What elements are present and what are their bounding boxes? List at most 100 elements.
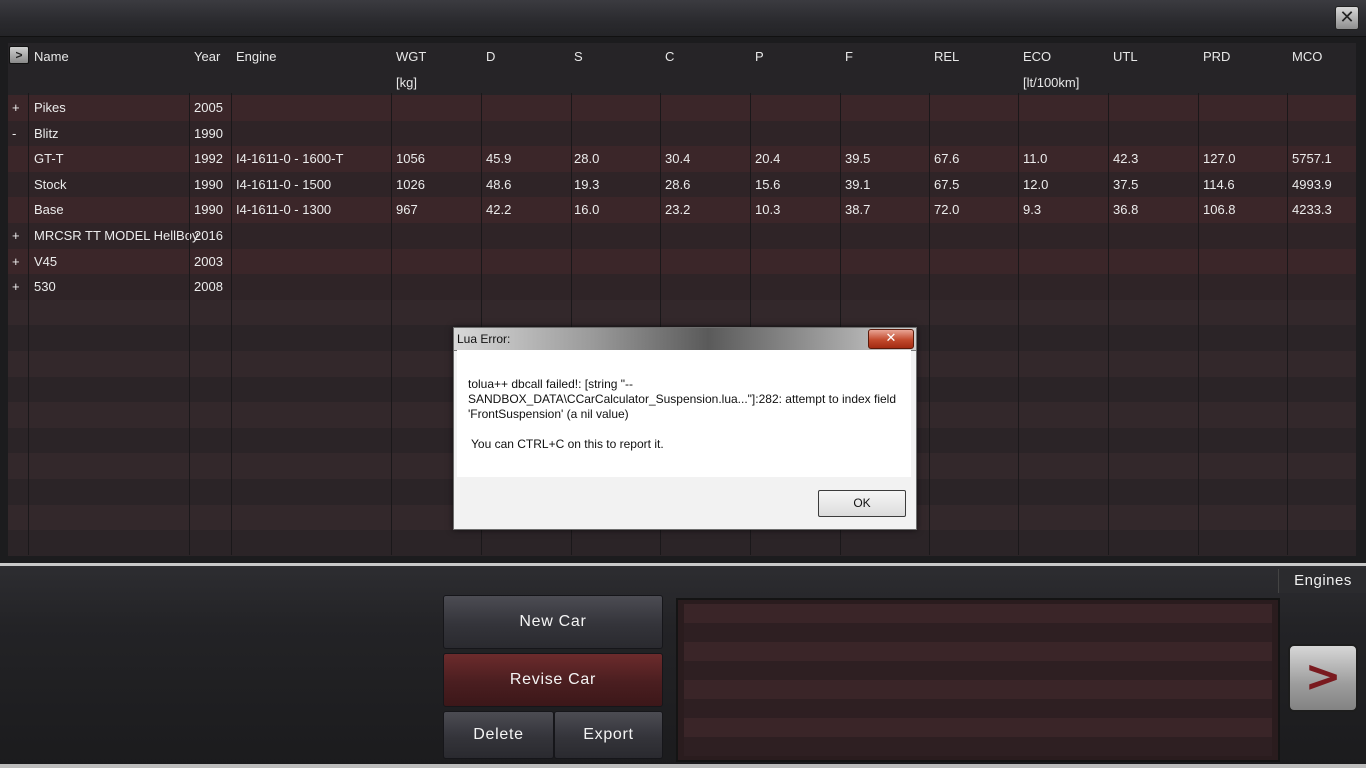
lua-error-dialog: Lua Error: ✕ tolua++ dbcall failed!: [st… xyxy=(453,327,917,530)
column-separator xyxy=(391,93,392,555)
column-header[interactable]: F xyxy=(845,49,853,64)
column-header[interactable]: WGT xyxy=(396,49,426,64)
table-row[interactable]: GT-T 1992 I4-1611-0 - 1600-T 1056 45.9 28.0 30… xyxy=(8,146,1356,173)
table-cell: 2003 xyxy=(194,253,223,269)
revise-car-button[interactable]: Revise Car xyxy=(443,653,663,707)
column-header[interactable]: ECO xyxy=(1023,49,1051,64)
table-cell: 530 xyxy=(34,279,56,295)
column-header[interactable]: UTL xyxy=(1113,49,1138,64)
column-header[interactable]: PRD xyxy=(1203,49,1230,64)
preview-stripe xyxy=(684,699,1272,718)
table-cell: I4-1611-0 - 1300 xyxy=(236,202,332,218)
column-header[interactable]: C xyxy=(665,49,674,64)
table-cell: 15.6 xyxy=(755,176,781,192)
export-button[interactable]: Export xyxy=(554,711,663,759)
table-cell: 39.1 xyxy=(845,176,871,192)
table-cell: 1990 xyxy=(194,202,223,218)
table-cell: 12.0 xyxy=(1023,176,1049,192)
table-row[interactable]: - Blitz 1990 xyxy=(8,120,1356,147)
chevron-right-icon: > xyxy=(15,48,23,62)
dialog-title-bar[interactable]: Lua Error: ✕ xyxy=(454,328,916,351)
close-window-button[interactable]: ✕ xyxy=(1335,6,1359,30)
table-cell: 1992 xyxy=(194,151,223,167)
table-cell: 127.0 xyxy=(1203,151,1236,167)
table-cell: 11.0 xyxy=(1023,151,1048,167)
table-cell: 37.5 xyxy=(1113,176,1139,192)
column-header[interactable]: REL xyxy=(934,49,959,64)
table-cell: Pikes xyxy=(34,100,66,115)
column-unit: [kg] xyxy=(396,75,417,90)
ok-button[interactable]: OK xyxy=(818,490,906,517)
column-separator xyxy=(1018,93,1019,555)
next-button[interactable]: > xyxy=(1288,644,1358,712)
table-cell: 67.6 xyxy=(934,151,960,167)
preview-stripe xyxy=(684,623,1272,642)
preview-stripe xyxy=(684,642,1272,661)
table-cell: 1990 xyxy=(194,176,223,192)
delete-button[interactable]: Delete xyxy=(443,711,554,759)
table-cell: 19.3 xyxy=(574,176,600,192)
table-row[interactable]: + V45 2003 xyxy=(8,248,1356,275)
row-toggle[interactable]: + xyxy=(12,274,20,300)
close-icon: ✕ xyxy=(1339,7,1355,28)
bottom-border xyxy=(0,764,1366,768)
column-header[interactable]: Year xyxy=(194,49,220,64)
table-cell: 20.4 xyxy=(755,151,781,167)
table-cell: 2005 xyxy=(194,100,223,115)
table-cell: 45.9 xyxy=(486,151,512,167)
row-toggle[interactable]: + xyxy=(12,95,20,121)
error-hint: You can CTRL+C on this to report it. xyxy=(471,437,664,451)
table-cell: Base xyxy=(34,202,64,218)
table-cell: 38.7 xyxy=(845,202,871,218)
engines-tab[interactable]: Engines xyxy=(1278,569,1366,593)
table-cell: Stock xyxy=(34,176,67,192)
table-cell: 1026 xyxy=(396,176,425,192)
error-message: tolua++ dbcall failed!: [string "--SANDB… xyxy=(468,377,897,421)
table-cell: 9.3 xyxy=(1023,202,1042,218)
table-cell: 4233.3 xyxy=(1292,202,1332,218)
row-toggle[interactable]: + xyxy=(12,223,20,249)
table-cell: 23.2 xyxy=(665,202,691,218)
table-cell: 48.6 xyxy=(486,176,512,192)
expand-all-button[interactable]: > xyxy=(9,46,29,64)
table-row[interactable]: +530 2008 xyxy=(8,274,1356,301)
column-header[interactable]: Engine xyxy=(236,49,276,64)
column-header[interactable]: MCO xyxy=(1292,49,1322,64)
column-separator xyxy=(1287,93,1288,555)
new-car-button[interactable]: New Car xyxy=(443,595,663,649)
row-toggle[interactable]: + xyxy=(12,249,20,275)
preview-stripe xyxy=(684,661,1272,680)
table-cell: 2016 xyxy=(194,228,223,243)
empty-row xyxy=(8,299,1356,326)
column-header[interactable]: D xyxy=(486,49,495,64)
table-cell: 1990 xyxy=(194,125,223,141)
table-cell: 16.0 xyxy=(574,202,600,218)
table-row[interactable]: + Pikes 2005 xyxy=(8,95,1356,121)
chevron-right-icon: > xyxy=(1304,651,1342,702)
column-separator xyxy=(1198,93,1199,555)
column-header[interactable]: P xyxy=(755,49,764,64)
column-separator xyxy=(189,93,190,555)
table-cell: 4993.9 xyxy=(1292,176,1332,192)
row-toggle[interactable]: - xyxy=(12,121,16,147)
column-separator xyxy=(929,93,930,555)
table-cell: MRCSR TT MODEL HellBoy xyxy=(34,228,199,243)
table-row[interactable]: + MRCSR TT MODEL HellBoy 2016 xyxy=(8,223,1356,249)
table-cell: GT-T xyxy=(34,151,64,167)
column-header[interactable]: S xyxy=(574,49,583,64)
table-row[interactable]: Base 1990 I4-1611-0 - 1300 967 42.2 16.0 23.2 1… xyxy=(8,197,1356,224)
column-unit: [lt/100km] xyxy=(1023,75,1080,90)
column-header[interactable]: Name xyxy=(34,49,69,64)
table-cell: Blitz xyxy=(34,125,59,141)
table-cell: 5757.1 xyxy=(1292,151,1332,167)
table-cell: I4-1611-0 - 1500 xyxy=(236,176,332,192)
dialog-body: tolua++ dbcall failed!: [string "--SANDB… xyxy=(457,350,911,477)
empty-row xyxy=(8,530,1356,557)
car-preview-panel xyxy=(676,598,1280,762)
table-cell: 967 xyxy=(396,202,418,218)
table-cell: V45 xyxy=(34,253,58,269)
table-cell: 28.6 xyxy=(665,176,691,192)
dialog-close-button[interactable]: ✕ xyxy=(868,329,914,349)
table-row[interactable]: Stock 1990 I4-1611-0 - 1500 1026 48.6 19.3 28.… xyxy=(8,171,1356,198)
table-cell: 114.6 xyxy=(1203,176,1235,192)
